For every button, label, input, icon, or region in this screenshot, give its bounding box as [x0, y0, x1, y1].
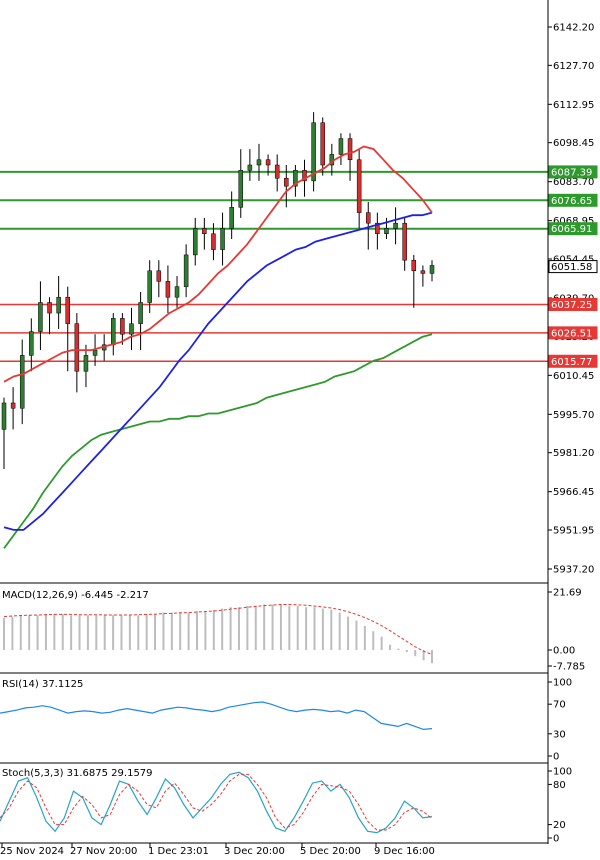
price-tick-label: 5995.70: [553, 410, 594, 421]
time-tick-label: 9 Dec 16:00: [374, 846, 435, 856]
stoch-label: Stoch(5,3,3) 31.6875 29.1579: [2, 768, 153, 779]
candle-body: [92, 349, 98, 356]
candle-body: [274, 164, 280, 179]
candle-body: [265, 159, 271, 166]
stoch-tick-label: 20: [553, 820, 566, 831]
macd-tick-label: 0.00: [553, 646, 575, 657]
time-tick-label: 1 Dec 23:01: [148, 846, 209, 856]
stoch-panel: Stoch(5,3,3) 31.6875 29.1579 100 80 20 0: [0, 767, 572, 845]
candle-body: [129, 323, 134, 335]
candle-body: [174, 286, 180, 298]
candle-body: [366, 212, 371, 224]
candle-body: [347, 138, 353, 160]
price-tick-label: 6112.95: [553, 100, 594, 111]
candle-body: [83, 355, 89, 372]
rsi-tick-label: 70: [553, 700, 566, 711]
candle-body: [247, 164, 253, 171]
candle-body: [138, 302, 143, 324]
candle-body: [256, 159, 262, 166]
candle-body: [393, 222, 398, 229]
stoch-tick-label: 0: [553, 834, 559, 845]
candle-body: [202, 228, 207, 235]
candle-body: [120, 318, 125, 335]
chart-root: 6142.20 6127.70 6112.95 6098.45 6083.70 6068.…: [0, 0, 600, 857]
candle-body: [1, 402, 7, 430]
candle-body: [111, 318, 116, 346]
ma-mid-line: [3, 211, 433, 531]
price-tick-label: 5981.20: [553, 448, 594, 459]
price-tick-label: 6098.45: [553, 138, 594, 149]
candle-body: [29, 331, 34, 356]
candles: [1, 112, 435, 470]
price-tick-label: 5937.20: [553, 565, 594, 576]
chart-svg: 6142.206127.706112.956098.456083.706068.…: [0, 0, 598, 857]
candle-body: [165, 281, 171, 298]
macd-panel: MACD(12,26,9) -6.445 -2.217 21.69 0.00 -7.7…: [2, 588, 585, 673]
candle-body: [65, 296, 70, 324]
price-tick-label: 6083.70: [553, 177, 594, 188]
stoch-signal-line: [0, 773, 433, 831]
price-label: 6037.25: [551, 300, 592, 311]
candle-body: [10, 402, 16, 409]
stoch-main-line: [0, 771, 433, 834]
candle-body: [211, 233, 216, 250]
rsi-panel: RSI(14) 37.1125 100 70 30 0: [0, 678, 572, 763]
candle-body: [183, 254, 189, 287]
rsi-tick-label: 30: [553, 729, 566, 740]
candle-body: [238, 170, 244, 208]
rsi-label: RSI(14) 37.1125: [2, 679, 83, 690]
candle-body: [19, 355, 25, 409]
price-tick-label: 5951.95: [553, 526, 594, 537]
candle-body: [320, 122, 325, 166]
candle-body: [229, 207, 234, 229]
time-axis: 25 Nov 2024 27 Nov 20:00 1 Dec 23:01 3 Dec …: [0, 843, 435, 857]
candle-body: [74, 323, 80, 372]
stoch-tick-label: 100: [553, 767, 572, 778]
candle-body: [429, 265, 435, 274]
candle-body: [411, 259, 417, 272]
macd-tick-label: -7.785: [553, 662, 585, 673]
price-levels: [0, 170, 548, 363]
price-label: 6076.65: [551, 196, 592, 207]
candle-body: [338, 138, 344, 155]
candle-body: [38, 302, 43, 332]
candle-body: [420, 270, 426, 274]
macd-tick-label: 21.69: [553, 588, 582, 599]
price-label: 6051.58: [551, 262, 592, 273]
price-tick-label: 6127.70: [553, 61, 594, 72]
time-tick-label: 25 Nov 2024: [0, 846, 64, 856]
candle-body: [402, 222, 407, 261]
candle-body: [284, 177, 289, 187]
candle-body: [192, 228, 198, 256]
rsi-line: [0, 701, 433, 731]
candle-body: [384, 228, 389, 235]
time-tick-label: 3 Dec 20:00: [224, 846, 285, 856]
macd-label: MACD(12,26,9) -6.445 -2.217: [2, 590, 149, 601]
candle-body: [56, 296, 61, 314]
price-tick-label: 5966.45: [553, 487, 594, 498]
price-label: 6015.77: [551, 357, 592, 368]
candle-body: [156, 270, 162, 282]
rsi-tick-label: 100: [553, 678, 572, 689]
time-tick-label: 5 Dec 20:00: [300, 846, 361, 856]
price-label: 6087.39: [551, 167, 592, 178]
price-label: 6065.91: [551, 224, 592, 235]
time-tick-label: 27 Nov 20:00: [70, 846, 137, 856]
candle-body: [147, 270, 152, 303]
price-tick-label: 6010.45: [553, 371, 594, 382]
macd-signal-line: [3, 604, 433, 655]
candle-body: [356, 159, 362, 213]
rsi-tick-label: 0: [553, 752, 559, 763]
price-label: 6026.51: [551, 328, 592, 339]
candle-body: [47, 302, 52, 314]
candle-body: [220, 228, 225, 250]
price-axis: 6142.206127.706112.956098.456083.706068.…: [548, 23, 598, 576]
price-tick-label: 6142.20: [553, 23, 594, 34]
stoch-tick-label: 80: [553, 780, 566, 791]
